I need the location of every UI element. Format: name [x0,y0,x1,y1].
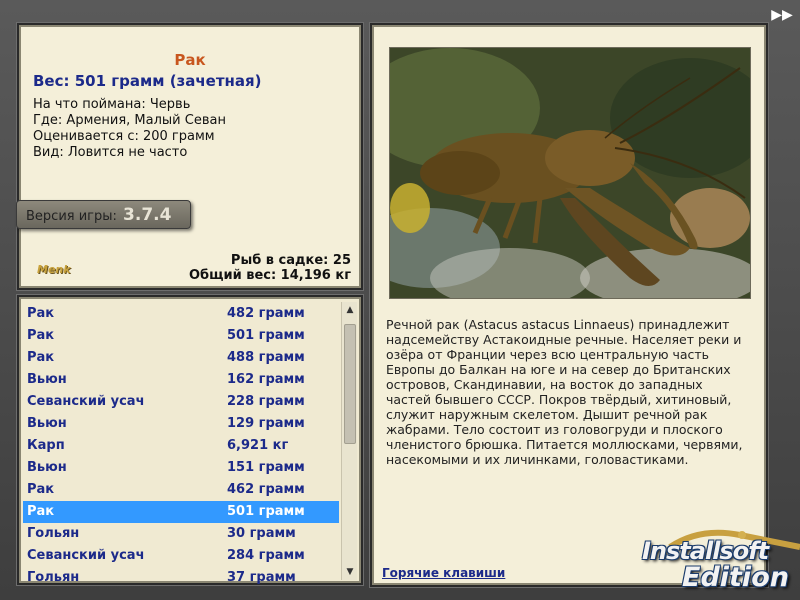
watermark-line1: Installsoft [642,537,769,565]
list-item[interactable]: Рак 501 грамм [23,501,339,523]
list-item-name: Севанский усач [27,548,145,563]
list-item-name: Гольян [27,570,80,585]
list-item-name: Вьюн [27,416,67,431]
species-description: Речной рак (Astacus astacus Linnaeus) пр… [386,317,743,467]
description-panel: Речной рак (Astacus astacus Linnaeus) пр… [370,23,768,587]
list-item-name: Рак [27,306,55,321]
list-item[interactable]: Рак 462 грамм [23,479,339,501]
list-item-name: Вьюн [27,460,67,475]
list-item-weight: 501 грамм [227,504,305,519]
list-item-weight: 482 грамм [227,306,305,321]
crayfish-photo [389,47,751,299]
list-item-name: Рак [27,328,55,343]
list-item[interactable]: Вьюн 129 грамм [23,413,339,435]
list-item-weight: 151 грамм [227,460,305,475]
keepnet-count: Рыб в садке: 25 [230,253,351,268]
fish-weight: Вес: 501 грамм (зачетная) [33,72,262,90]
fast-forward-icon[interactable]: ▶▶ [770,7,794,23]
installsoft-logo: Installsoft Edition [640,525,800,595]
list-item-name: Рак [27,482,55,497]
list-item-weight: 228 грамм [227,394,305,409]
bait-line: На что поймана: Червь [33,97,191,112]
valued-from-line: Оценивается с: 200 грамм [33,129,215,144]
chevron-down-icon[interactable]: ▼ [342,564,358,580]
watermark-line2: Edition [682,562,789,593]
list-item-name: Севанский усач [27,394,145,409]
fish-info-panel: Рак Вес: 501 грамм (зачетная) На что пой… [17,23,363,290]
list-item-weight: 6,921 кг [227,438,289,453]
list-item-weight: 162 грамм [227,372,305,387]
chevron-up-icon[interactable]: ▲ [342,302,358,318]
list-item[interactable]: Севанский усач 228 грамм [23,391,339,413]
list-scrollbar[interactable]: ▲ ▼ [341,302,357,580]
scroll-thumb[interactable] [344,324,356,444]
list-item-weight: 284 грамм [227,548,305,563]
small-logo: Menk [37,263,71,276]
list-item-weight: 501 грамм [227,328,305,343]
list-item[interactable]: Вьюн 151 грамм [23,457,339,479]
list-item[interactable]: Рак 482 грамм [23,303,339,325]
version-label: Версия игры: [26,209,117,224]
list-item[interactable]: Гольян 30 грамм [23,523,339,545]
list-item-weight: 488 грамм [227,350,305,365]
list-item-weight: 30 грамм [227,526,296,541]
list-item-name: Вьюн [27,372,67,387]
list-item-name: Рак [27,504,55,519]
location-line: Где: Армения, Малый Севан [33,113,226,128]
crayfish-illustration [390,48,750,298]
version-number: 3.7.4 [123,205,172,225]
list-item-weight: 37 грамм [227,570,296,585]
hotkeys-link[interactable]: Горячие клавиши [382,566,505,580]
list-item-weight: 462 грамм [227,482,305,497]
total-weight: Общий вес: 14,196 кг [188,268,351,283]
list-item[interactable]: Рак 501 грамм [23,325,339,347]
list-item-weight: 129 грамм [227,416,305,431]
catch-list-panel: Рак 482 грамм Рак 501 грамм Рак 488 грамм Вьюн… [17,295,363,585]
list-item[interactable]: Карп 6,921 кг [23,435,339,457]
list-item-name: Гольян [27,526,80,541]
version-badge: Версия игры: 3.7.4 [16,200,191,229]
list-item[interactable]: Рак 488 грамм [23,347,339,369]
species-kind-line: Вид: Ловится не часто [33,145,188,160]
list-item-name: Карп [27,438,65,453]
list-item[interactable]: Вьюн 162 грамм [23,369,339,391]
list-item-name: Рак [27,350,55,365]
fish-name-title: Рак [174,51,206,69]
list-item[interactable]: Севанский усач 284 грамм [23,545,339,567]
list-item[interactable]: Гольян 37 грамм [23,567,339,589]
